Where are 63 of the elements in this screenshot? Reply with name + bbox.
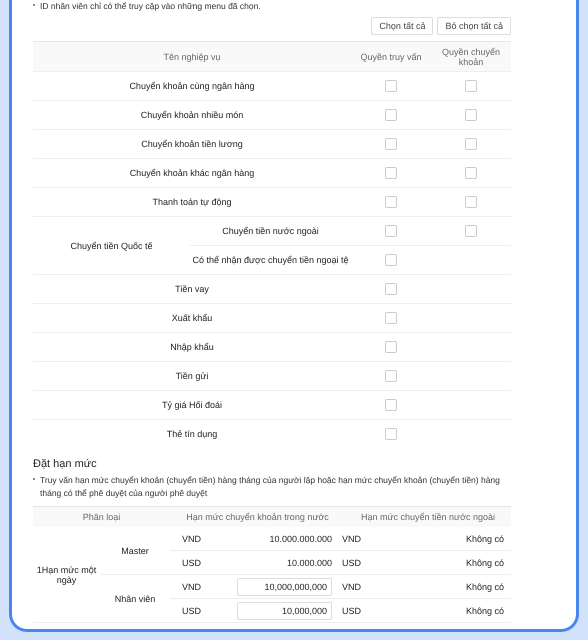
column-header: Hạn mức chuyển khoản trong nước (186, 512, 329, 522)
checkbox[interactable] (385, 80, 397, 92)
service-name: Tiền vay (175, 284, 209, 294)
limit-input[interactable]: 10,000,000 (237, 602, 332, 620)
role-label: Master (121, 546, 149, 556)
column-header: Quyền truy vấn (360, 52, 422, 62)
checkbox[interactable] (465, 109, 477, 121)
checkbox[interactable] (465, 80, 477, 92)
currency-label: USD (342, 558, 362, 568)
service-name: Thẻ tín dụng (166, 429, 218, 439)
currency-label: VND (342, 534, 362, 544)
column-header: Tên nghiệp vụ (163, 52, 221, 62)
service-name: Chuyển khoản khác ngân hàng (130, 168, 254, 178)
note-text: Truy vấn hạn mức chuyển khoản (chuyển tiền) hàng tháng của người lập hoặc hạn mức chuyển khoản (chuyển tiền) hàng tháng có thể phê duyệt của người phê duyệt (40, 474, 501, 500)
service-name: Chuyển tiền nước ngoài (222, 226, 319, 236)
limit-amount: 10.000.000 (286, 558, 332, 568)
service-name: Thanh toán tự động (152, 197, 232, 207)
limit-input[interactable]: 10,000,000,000 (237, 578, 332, 596)
limit-amount: Không có (466, 558, 504, 568)
service-name: Chuyển khoản nhiều món (140, 110, 244, 120)
column-header: Quyền chuyển khoản (442, 46, 500, 66)
group-name: Chuyển tiền Quốc tế (70, 240, 153, 250)
currency-label: USD (342, 606, 362, 616)
checkbox[interactable] (385, 254, 397, 266)
column-header: Phân loại (82, 512, 120, 522)
note-text: ID nhân viên chỉ có thể truy cập vào những menu đã chọn. (40, 0, 261, 13)
service-name: Có thể nhận được chuyển tiền ngoại tệ (192, 255, 349, 265)
checkbox[interactable] (465, 196, 477, 208)
deselect-all-button[interactable]: Bỏ chọn tất cả (437, 17, 511, 35)
checkbox[interactable] (465, 138, 477, 150)
currency-label: VND (182, 582, 202, 592)
checkbox[interactable] (385, 196, 397, 208)
limit-amount: Không có (466, 534, 504, 544)
checkbox[interactable] (385, 283, 397, 295)
checkbox[interactable] (385, 138, 397, 150)
service-name: Chuyển khoản tiền lương (141, 139, 243, 149)
checkbox[interactable] (385, 370, 397, 382)
checkbox[interactable] (385, 399, 397, 411)
checkbox[interactable] (465, 225, 477, 237)
category-label: 1Hạn mức một ngày (36, 564, 98, 584)
currency-label: VND (182, 534, 202, 544)
checkbox[interactable] (385, 428, 397, 440)
limit-amount: Không có (466, 582, 504, 592)
checkbox[interactable] (465, 167, 477, 179)
checkbox[interactable] (385, 312, 397, 324)
currency-label: VND (342, 582, 362, 592)
service-name: Tiền gửi (176, 371, 208, 381)
service-name: Tỷ giá Hối đoái (162, 400, 222, 410)
currency-label: USD (182, 606, 202, 616)
checkbox[interactable] (385, 109, 397, 121)
limit-amount: Không có (466, 606, 504, 616)
select-all-button[interactable]: Chọn tất cả (371, 17, 434, 35)
service-name: Nhập khẩu (170, 342, 214, 352)
currency-label: USD (182, 558, 202, 568)
checkbox[interactable] (385, 341, 397, 353)
service-name: Xuất khẩu (172, 313, 212, 323)
service-name: Chuyển khoản cùng ngân hàng (129, 81, 255, 91)
checkbox[interactable] (385, 225, 397, 237)
limit-amount: 10.000.000.000 (269, 534, 332, 544)
checkbox[interactable] (385, 167, 397, 179)
role-label: Nhân viên (114, 594, 156, 604)
section-title: Đặt hạn mức (33, 458, 98, 470)
column-header: Hạn mức chuyển tiền nước ngoài (360, 512, 496, 522)
